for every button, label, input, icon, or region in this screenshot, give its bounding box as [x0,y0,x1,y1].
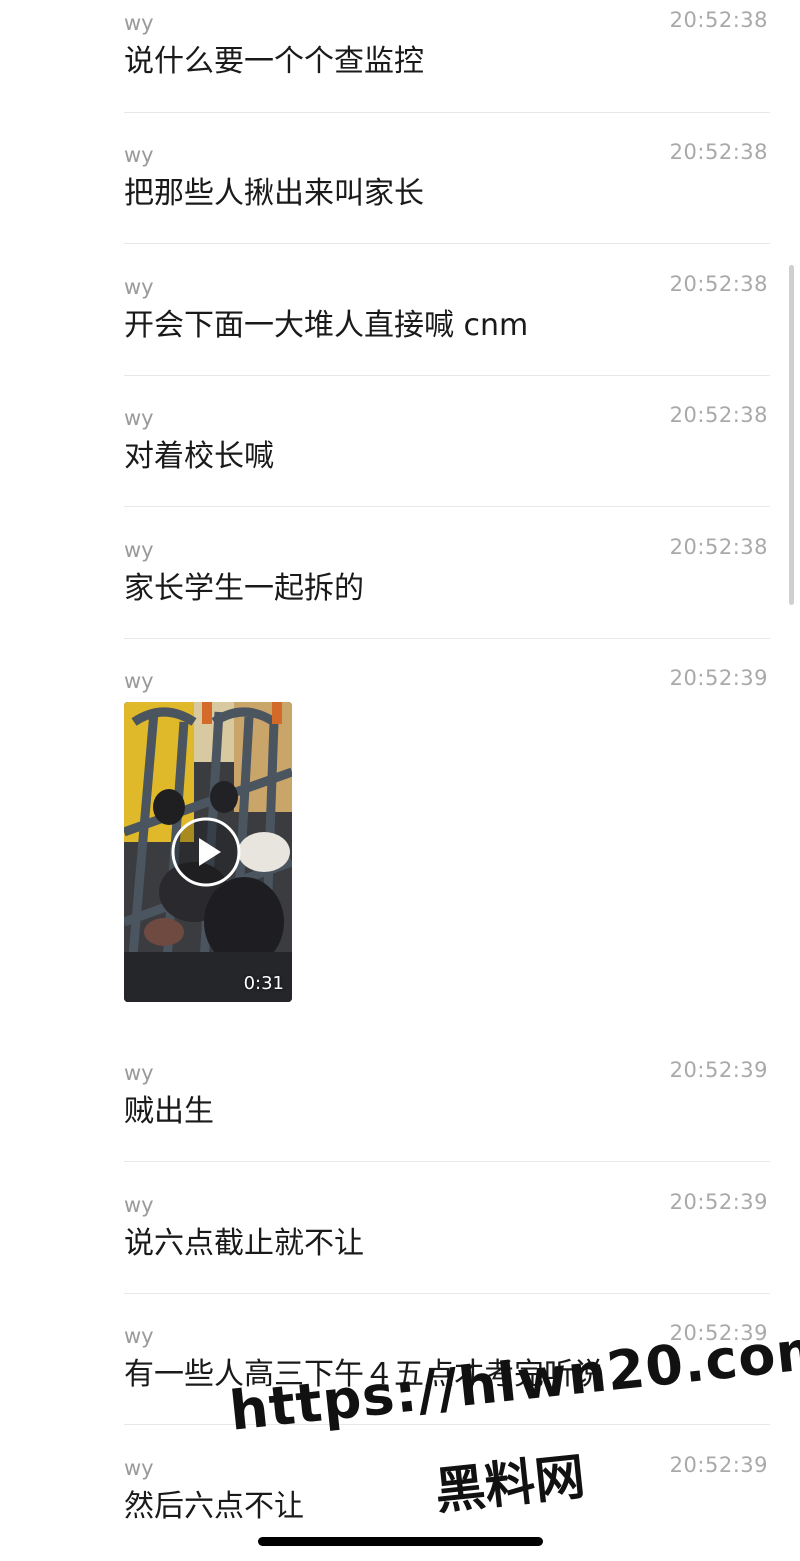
message-time: 20:52:39 [669,1190,768,1214]
message-time: 20:52:38 [669,535,768,559]
sender-name: wy [124,11,154,35]
message-time: 20:52:39 [669,1453,768,1477]
message-time: 20:52:39 [669,1321,768,1345]
sender-name: wy [124,143,154,167]
divider [124,1424,770,1425]
sender-name: wy [124,406,154,430]
message-time: 20:52:39 [669,1058,768,1082]
message-text: 把那些人揪出来叫家长 [124,176,424,211]
sender-name: wy [124,1324,154,1348]
video-thumbnail[interactable]: 0:31 [124,702,292,1002]
message-text: 家长学生一起拆的 [124,571,364,606]
sender-name: wy [124,538,154,562]
sender-name: wy [124,275,154,299]
message-text: 说六点截止就不让 [124,1226,364,1261]
divider [124,1293,770,1294]
sender-name: wy [124,1061,154,1085]
divider [124,375,770,376]
sender-name: wy [124,1456,154,1480]
video-duration: 0:31 [243,973,284,994]
watermark-name: 黑料网 [432,1447,588,1521]
divider [124,638,770,639]
message-time: 20:52:38 [669,140,768,164]
message-time: 20:52:39 [669,666,768,690]
divider [124,1161,770,1162]
sender-name: wy [124,1193,154,1217]
message-time: 20:52:38 [669,403,768,427]
chat-history-screen: wy 20:52:38 说什么要一个个查监控 wy 20:52:38 把那些人揪… [0,0,800,1561]
play-icon[interactable] [170,816,242,888]
message-time: 20:52:38 [669,8,768,32]
message-text: 贼出生 [124,1094,214,1129]
message-text: 然后六点不让 [124,1489,304,1524]
sender-name: wy [124,669,154,693]
message-text: 对着校长喊 [124,439,274,474]
message-text: 有一些人高三下午４五点才考完听说 [124,1357,604,1392]
divider [124,243,770,244]
home-indicator[interactable] [258,1537,543,1546]
message-text: 说什么要一个个查监控 [124,44,424,79]
message-time: 20:52:38 [669,272,768,296]
scrollbar[interactable] [789,265,794,605]
message-text: 开会下面一大堆人直接喊 cnm [124,308,529,343]
divider [124,506,770,507]
divider [124,112,770,113]
